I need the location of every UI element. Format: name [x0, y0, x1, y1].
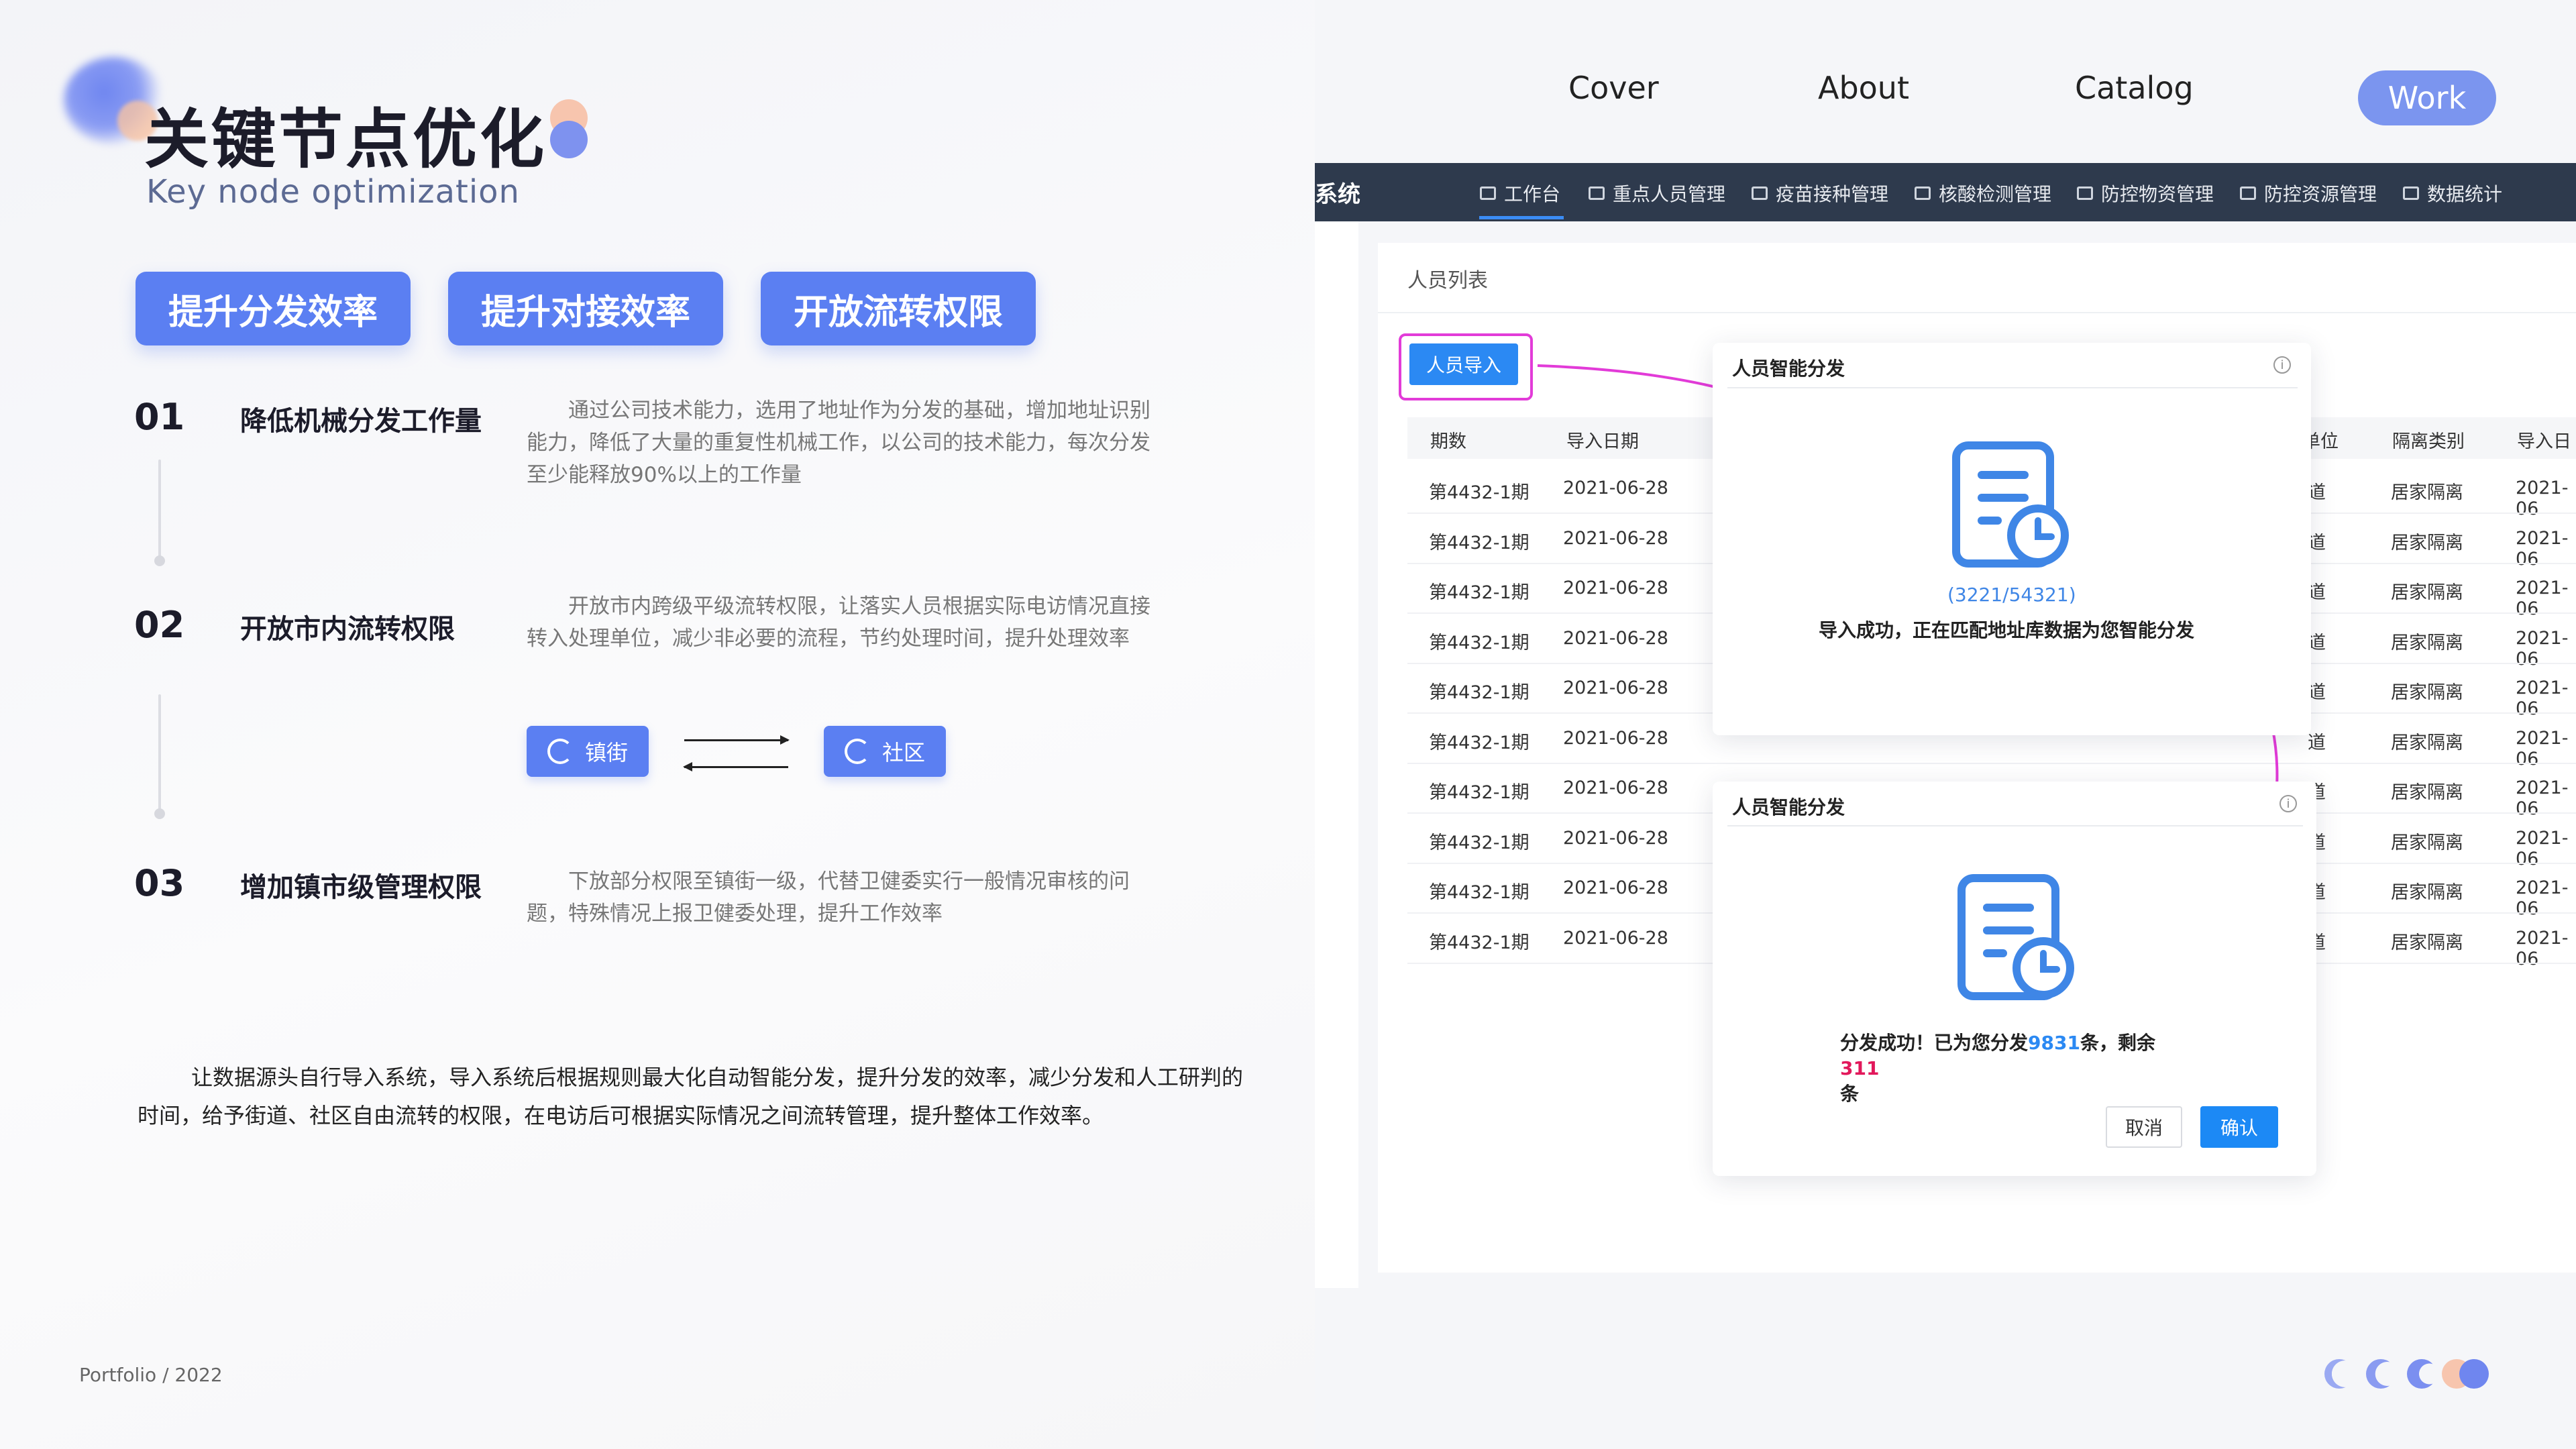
cancel-button[interactable]: 取消	[2106, 1106, 2182, 1148]
page-dot[interactable]	[2324, 1359, 2354, 1389]
confirm-button[interactable]: 确认	[2200, 1106, 2278, 1148]
page-dot-active[interactable]	[2459, 1359, 2489, 1389]
dialog-title: 人员智能分发	[1732, 796, 1845, 818]
page-dot[interactable]	[2407, 1359, 2436, 1389]
divider	[1727, 825, 2303, 826]
distributed-count: 9831	[2028, 1032, 2080, 1054]
info-icon[interactable]: i	[2273, 356, 2291, 374]
info-icon[interactable]: i	[2279, 795, 2297, 812]
document-clock-icon	[1952, 441, 2069, 568]
progress-count: (3221/54321)	[1947, 584, 2076, 606]
dialog-message: 导入成功，正在匹配地址库数据为您智能分发	[1819, 619, 2195, 641]
dialog-result-message: 分发成功！已为您分发9831条，剩余311 条	[1840, 1032, 2155, 1105]
divider	[1727, 387, 2298, 388]
document-clock-icon	[1957, 874, 2074, 1000]
remaining-count: 311	[1840, 1057, 1880, 1079]
dialog-title: 人员智能分发	[1732, 358, 1845, 380]
page-dot[interactable]	[2366, 1359, 2396, 1389]
